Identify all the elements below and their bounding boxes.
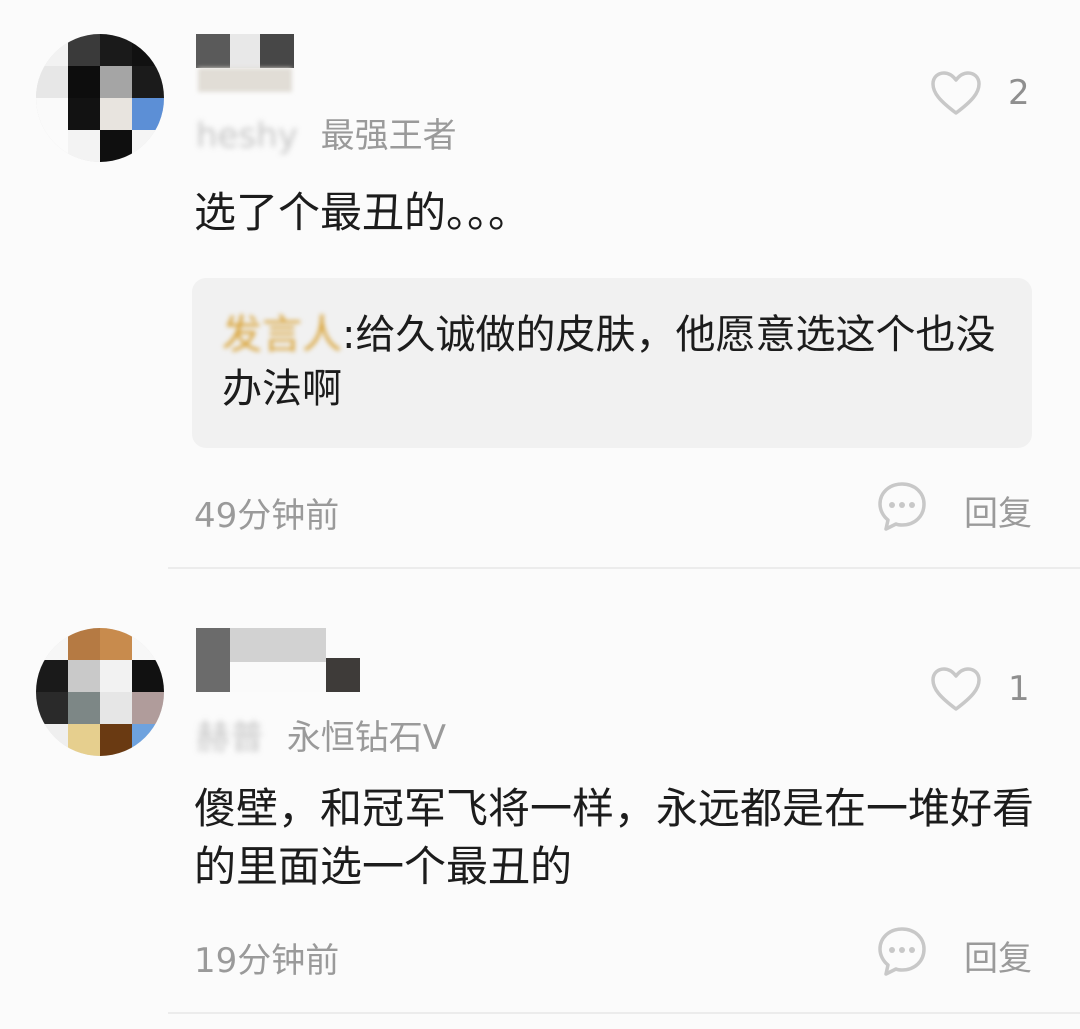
divider xyxy=(168,567,1080,569)
comment-text: 傻壁，和冠军飞将一样，永远都是在一堆好看的里面选一个最丑的 xyxy=(194,784,1035,891)
heart-outline-icon xyxy=(931,667,981,711)
quoted-text: 发言人:给久诚做的皮肤，他愿意选这个也没办法啊 xyxy=(222,308,1002,416)
reply-button[interactable]: 回复 xyxy=(964,486,1032,535)
rank-badge: 永恒钻石V xyxy=(286,718,447,758)
heart-outline-icon xyxy=(931,71,981,115)
timestamp: 19分钟前 xyxy=(194,941,340,981)
timestamp: 49分钟前 xyxy=(194,496,340,536)
avatar[interactable] xyxy=(36,34,164,162)
like-count: 1 xyxy=(1008,669,1030,709)
user-handle: heshy xyxy=(196,116,298,156)
user-handle: 赫普 xyxy=(196,718,264,758)
like-button[interactable]: 1 xyxy=(930,666,1034,712)
divider xyxy=(168,1012,1080,1014)
reply-button[interactable]: 回复 xyxy=(964,931,1032,980)
user-handle-row: heshy 最强王者 xyxy=(196,108,457,157)
like-count: 2 xyxy=(1008,73,1030,113)
username-redacted[interactable] xyxy=(196,628,396,692)
comment-text: 选了个最丑的。。。 xyxy=(194,188,531,237)
rank-badge: 最强王者 xyxy=(320,116,457,156)
avatar[interactable] xyxy=(36,628,164,756)
quoted-author: 发言人 xyxy=(222,312,342,358)
quoted-reply[interactable]: 发言人:给久诚做的皮肤，他愿意选这个也没办法啊 xyxy=(192,278,1032,448)
comment-item: heshy 最强王者 2 选了个最丑的。。。 发言人:给久诚做的皮肤，他愿意选这… xyxy=(0,0,1080,570)
user-handle-row: 赫普 永恒钻石V xyxy=(196,710,446,759)
chat-bubble-dots-icon[interactable] xyxy=(876,480,928,532)
comment-meta: 49分钟前 回复 xyxy=(194,480,1032,540)
comment-item: 赫普 永恒钻石V 1 傻壁，和冠军飞将一样，永远都是在一堆好看的里面选一个最丑的… xyxy=(0,570,1080,1029)
comment-meta: 19分钟前 回复 xyxy=(194,925,1032,985)
username-redacted[interactable] xyxy=(196,34,306,92)
chat-bubble-dots-icon[interactable] xyxy=(876,925,928,977)
like-button[interactable]: 2 xyxy=(930,70,1034,116)
